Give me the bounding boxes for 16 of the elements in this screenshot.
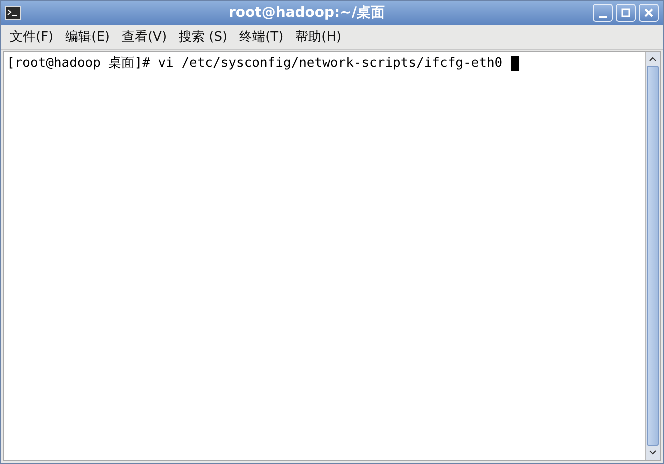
window-title: root@hadoop:~/桌面 xyxy=(228,4,386,22)
menu-item[interactable]: 文件(F) xyxy=(5,26,59,48)
menu-item[interactable]: 查看(V) xyxy=(116,26,172,48)
menu-item[interactable]: 编辑(E) xyxy=(60,26,115,48)
minimize-button[interactable] xyxy=(593,4,613,22)
minimize-icon xyxy=(599,16,607,18)
close-icon xyxy=(643,7,655,19)
menu-item[interactable]: 终端(T) xyxy=(234,26,289,48)
terminal-icon xyxy=(5,6,21,20)
close-button[interactable] xyxy=(639,4,659,22)
menu-item[interactable]: 搜索 (S) xyxy=(174,26,233,48)
maximize-icon xyxy=(620,7,632,19)
scrollbar[interactable] xyxy=(645,52,660,460)
menu-item[interactable]: 帮助(H) xyxy=(290,26,347,48)
maximize-button[interactable] xyxy=(616,4,636,22)
command-line: [root@hadoop 桌面]# vi /etc/sysconfig/network-scripts/ifcfg-eth0 xyxy=(7,55,503,72)
